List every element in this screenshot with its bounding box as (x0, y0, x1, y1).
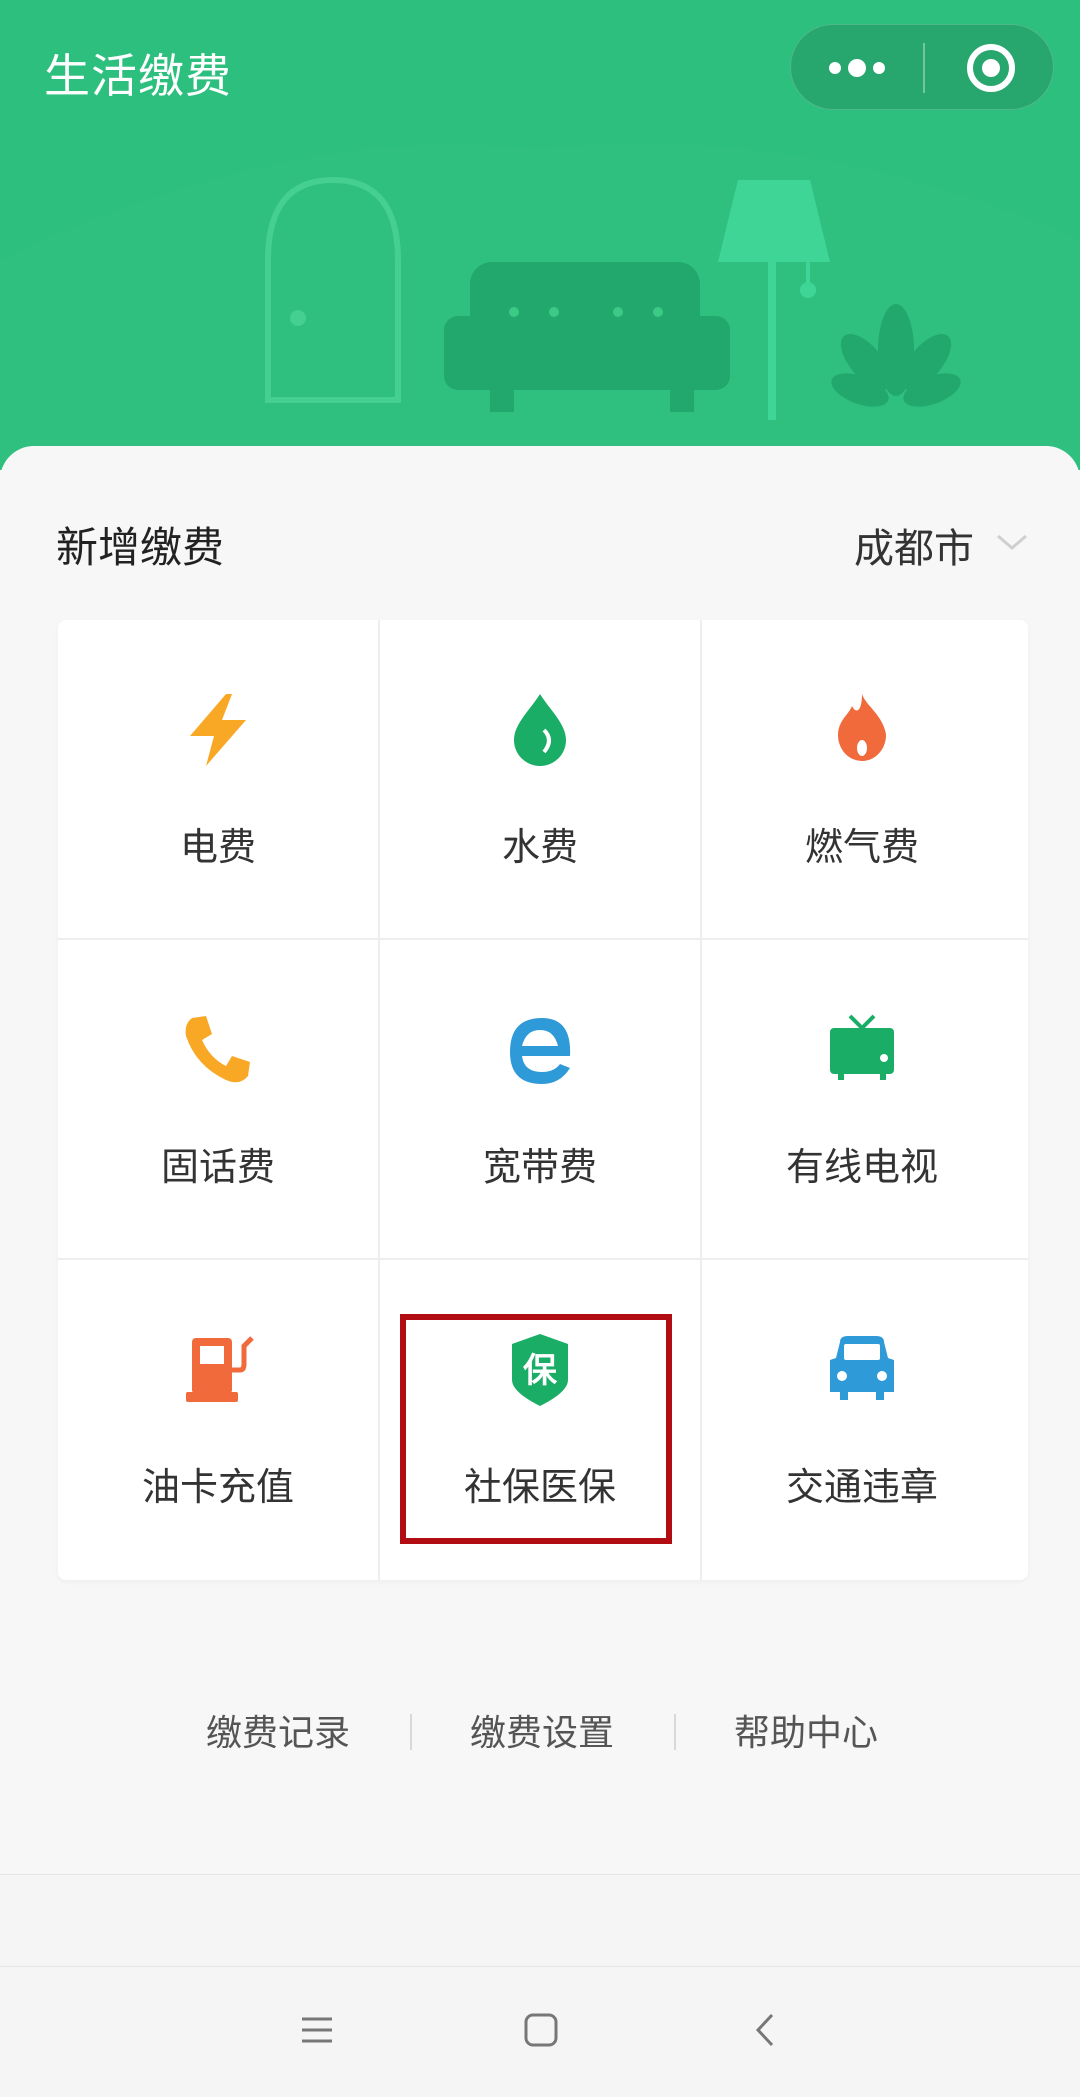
city-selector[interactable]: 成都市 (854, 516, 974, 574)
link-divider (674, 1714, 676, 1750)
more-dots-icon (829, 59, 885, 77)
header-banner: 生活缴费 (0, 0, 1080, 470)
payment-settings-link[interactable]: 缴费设置 (470, 1704, 614, 1756)
payment-history-link[interactable]: 缴费记录 (206, 1704, 350, 1756)
lightning-icon (190, 694, 246, 766)
water-drop-icon (514, 694, 566, 766)
service-label: 有线电视 (785, 1145, 938, 1189)
flame-icon (838, 694, 887, 762)
service-label: 宽带费 (482, 1145, 597, 1189)
help-center-link[interactable]: 帮助中心 (734, 1704, 878, 1756)
menu-icon[interactable] (292, 2005, 342, 2055)
service-label: 电费 (179, 825, 256, 869)
back-icon[interactable] (742, 2005, 792, 2055)
service-grid: 电费 水费 燃气费 固话费 宽带费 有线电视 油卡充值 保 社保医保 交通违章 (58, 620, 1028, 1580)
close-button[interactable] (925, 25, 1055, 111)
more-button[interactable] (791, 25, 923, 111)
fuel-pump-icon (186, 1336, 254, 1402)
mini-program-capsule (790, 24, 1054, 110)
bottom-divider (0, 1874, 1080, 1875)
chevron-down-icon[interactable] (994, 530, 1030, 554)
service-gas[interactable]: 燃气费 (702, 620, 1022, 938)
service-traffic-violation[interactable]: 交通违章 (702, 1260, 1022, 1578)
page-title: 生活缴费 (44, 49, 232, 103)
home-icon[interactable] (516, 2005, 566, 2055)
service-label: 交通违章 (785, 1465, 938, 1509)
service-broadband[interactable]: 宽带费 (380, 940, 700, 1258)
phone-icon (185, 1016, 250, 1083)
link-divider (410, 1714, 412, 1750)
service-label: 固话费 (160, 1145, 275, 1189)
target-close-icon (967, 44, 1015, 92)
service-fuel-card[interactable]: 油卡充值 (58, 1260, 378, 1578)
system-navigation-bar (0, 1966, 1080, 2097)
service-water[interactable]: 水费 (380, 620, 700, 938)
service-cable-tv[interactable]: 有线电视 (702, 940, 1022, 1258)
car-icon (830, 1336, 894, 1400)
section-title: 新增缴费 (56, 523, 225, 572)
service-electricity[interactable]: 电费 (58, 620, 378, 938)
service-label: 水费 (501, 825, 578, 869)
main-panel: 新增缴费 成都市 电费 水费 燃气费 固话费 宽带费 有线电视 油卡充值 保 社… (0, 446, 1080, 1876)
browser-e-icon (510, 1018, 571, 1084)
footer-links: 缴费记录 缴费设置 帮助中心 (0, 1704, 1080, 1764)
service-landline[interactable]: 固话费 (58, 940, 378, 1258)
tv-icon (830, 1014, 894, 1080)
selection-highlight (400, 1314, 672, 1544)
service-label: 油卡充值 (141, 1465, 294, 1509)
service-label: 燃气费 (804, 825, 919, 869)
